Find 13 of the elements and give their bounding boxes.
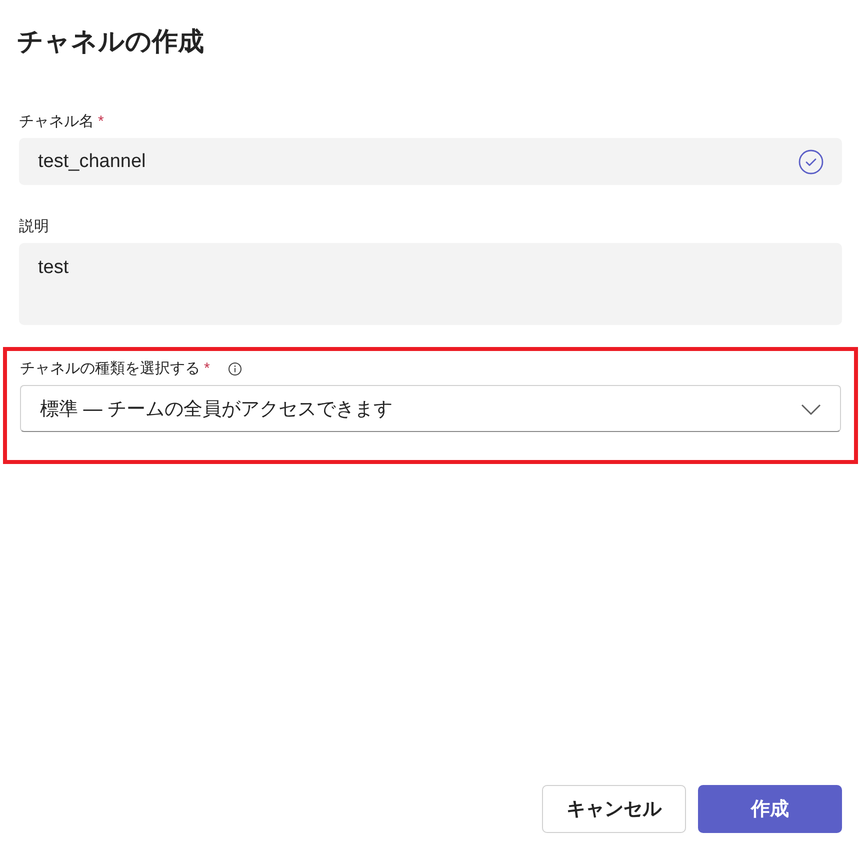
channel-type-dropdown[interactable]: 標準 — チームの全員がアクセスできます bbox=[20, 385, 841, 432]
required-mark: * bbox=[98, 112, 104, 132]
dialog-title: チャネルの作成 bbox=[17, 25, 205, 58]
channel-name-field[interactable]: test_channel bbox=[19, 138, 842, 185]
chevron-down-icon bbox=[800, 402, 822, 416]
field-label: チャネル名 bbox=[19, 112, 94, 132]
description-field[interactable]: test bbox=[19, 243, 842, 325]
field-label: チャネルの種類を選択する bbox=[20, 359, 200, 379]
field-label: 説明 bbox=[19, 217, 49, 237]
required-mark: * bbox=[204, 359, 210, 379]
info-icon[interactable] bbox=[228, 362, 242, 376]
cancel-button[interactable]: キャンセル bbox=[542, 785, 686, 833]
create-button[interactable]: 作成 bbox=[698, 785, 842, 833]
